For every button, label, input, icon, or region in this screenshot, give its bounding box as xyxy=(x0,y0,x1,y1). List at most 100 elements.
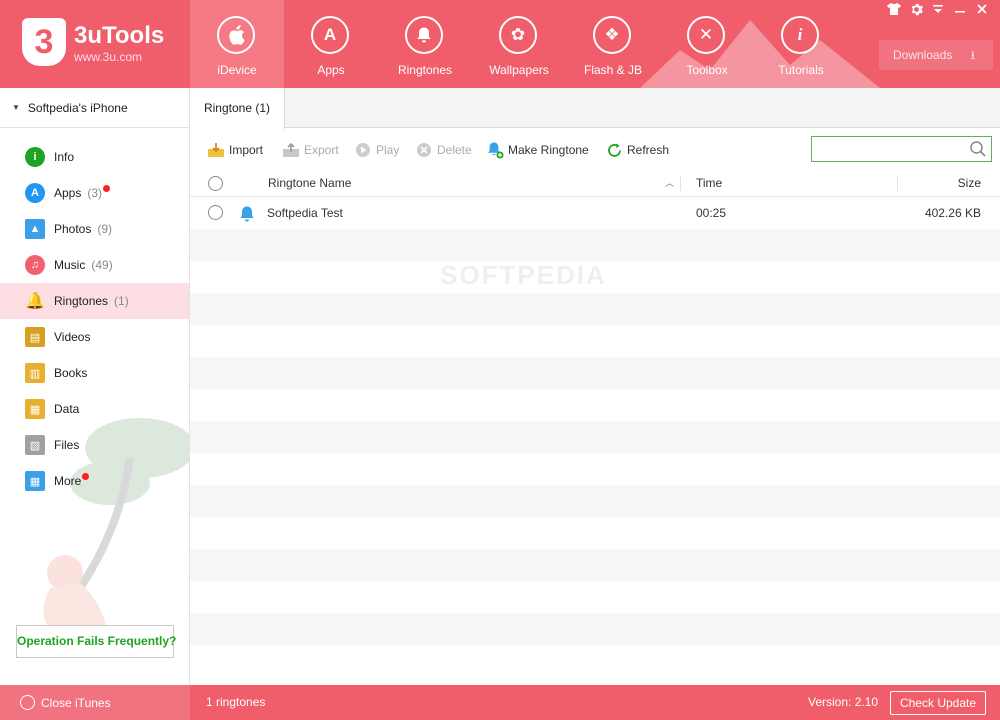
nav-toolbox[interactable]: ✕ Toolbox xyxy=(660,0,754,88)
operation-fails-button[interactable]: Operation Fails Frequently? xyxy=(16,625,176,658)
notification-dot xyxy=(103,184,111,192)
minimize-icon[interactable] xyxy=(952,3,968,19)
caret-down-icon: ▼ xyxy=(12,103,20,112)
sort-up-icon[interactable]: ︿ xyxy=(665,170,674,197)
sidebar-item-photos[interactable]: ▲ Photos (9) xyxy=(0,211,189,247)
close-icon[interactable] xyxy=(974,3,990,19)
bell-plus-icon xyxy=(486,141,504,159)
check-update-button[interactable]: Check Update xyxy=(890,691,986,715)
ringtone-count: 1 ringtones xyxy=(206,695,266,709)
column-size[interactable]: Size xyxy=(958,170,981,197)
shirt-icon[interactable] xyxy=(886,3,902,19)
nav-label: Tutorials xyxy=(778,63,824,77)
import-label: Import xyxy=(229,143,264,157)
empty-row xyxy=(190,261,1000,293)
search-input[interactable] xyxy=(812,137,962,161)
row-select-radio[interactable] xyxy=(208,205,223,220)
export-button[interactable]: Export xyxy=(282,140,339,160)
nav-flash-jb[interactable]: ❖ Flash & JB xyxy=(566,0,660,88)
itunes-radio-icon xyxy=(20,695,35,710)
tools-icon: ✕ xyxy=(687,16,725,54)
files-icon: ▧ xyxy=(25,435,45,455)
export-icon xyxy=(282,141,300,159)
info-icon: i xyxy=(781,16,819,54)
sidebar-item-label: Info xyxy=(54,150,75,164)
sidebar-item-label: Files xyxy=(54,438,80,452)
refresh-label: Refresh xyxy=(627,143,670,157)
sidebar-item-ringtones[interactable]: 🔔 Ringtones (1) xyxy=(0,283,189,319)
downloads-label: Downloads xyxy=(893,48,953,62)
delete-label: Delete xyxy=(437,143,472,157)
column-divider xyxy=(897,176,898,191)
empty-row xyxy=(190,325,1000,357)
data-icon: ▦ xyxy=(25,399,45,419)
nav-label: Apps xyxy=(317,63,345,77)
apple-icon xyxy=(217,16,255,54)
sidebar-item-apps[interactable]: A Apps (3) xyxy=(0,175,189,211)
sidebar-item-label: More xyxy=(54,474,82,488)
column-divider xyxy=(680,176,681,191)
sidebar-item-files[interactable]: ▧ Files xyxy=(0,427,189,463)
select-all-radio[interactable] xyxy=(208,176,223,191)
column-ringtone-name[interactable]: Ringtone Name xyxy=(268,170,351,197)
nav-label: iDevice xyxy=(217,63,257,77)
nav-label: Flash & JB xyxy=(583,63,643,77)
status-bar: Close iTunes 1 ringtones Version: 2.10 C… xyxy=(0,685,1000,720)
sidebar-item-videos[interactable]: ▤ Videos xyxy=(0,319,189,355)
close-itunes-button[interactable]: Close iTunes xyxy=(0,685,190,720)
empty-row xyxy=(190,453,1000,485)
empty-row xyxy=(190,613,1000,645)
play-button[interactable]: Play xyxy=(354,140,399,160)
sidebar-item-label: Ringtones xyxy=(54,294,109,308)
sidebar-item-info[interactable]: i Info xyxy=(0,139,189,175)
export-label: Export xyxy=(304,143,339,157)
search-icon[interactable] xyxy=(969,140,987,158)
sidebar-item-music[interactable]: ♫ Music (49) xyxy=(0,247,189,283)
app-logo: 3 3uTools www.3u.com xyxy=(22,18,182,70)
device-selector[interactable]: ▼ Softpedia's iPhone xyxy=(0,88,189,128)
sidebar-item-books[interactable]: ▥ Books xyxy=(0,355,189,391)
book-icon: ▥ xyxy=(25,363,45,383)
import-button[interactable]: Import xyxy=(207,140,263,160)
sidebar-item-label: Data xyxy=(54,402,80,416)
sidebar-list: i Info A Apps (3) ▲ Photos (9) ♫ Music (49) 🔔 Ringto… xyxy=(0,128,189,499)
download-icon: ⭳ xyxy=(970,48,975,62)
table-row[interactable]: Softpedia Test 00:25 402.26 KB xyxy=(190,197,1000,229)
nav-ringtones[interactable]: Ringtones xyxy=(378,0,472,88)
ringtone-name: Softpedia Test xyxy=(267,206,343,220)
sidebar-item-data[interactable]: ▦ Data xyxy=(0,391,189,427)
delete-button[interactable]: Delete xyxy=(415,140,472,160)
dropbox-icon: ❖ xyxy=(593,16,631,54)
sidebar-item-label: Music xyxy=(54,258,86,272)
sidebar-item-more[interactable]: ▦ More xyxy=(0,463,189,499)
tab-ringtone[interactable]: Ringtone (1) xyxy=(190,88,285,129)
sidebar-item-label: Apps xyxy=(54,186,82,200)
column-time[interactable]: Time xyxy=(696,170,722,197)
empty-row xyxy=(190,293,1000,325)
main-nav: iDevice A Apps Ringtones ✿ Wallpapers ❖ … xyxy=(190,0,848,88)
bell-icon: 🔔 xyxy=(25,293,45,310)
empty-row xyxy=(190,517,1000,549)
nav-tutorials[interactable]: i Tutorials xyxy=(754,0,848,88)
nav-label: Ringtones xyxy=(397,63,453,77)
grid-icon: ▦ xyxy=(25,471,45,491)
make-ringtone-label: Make Ringtone xyxy=(508,143,589,157)
menu-icon[interactable] xyxy=(930,3,946,19)
sidebar-item-label: Photos xyxy=(54,222,92,236)
version-label: Version: 2.10 xyxy=(808,695,879,709)
logo-mark-icon: 3 xyxy=(22,18,66,66)
downloads-button[interactable]: Downloads ⭳ xyxy=(879,40,993,70)
nav-wallpapers[interactable]: ✿ Wallpapers xyxy=(472,0,566,88)
gear-icon[interactable] xyxy=(908,3,924,19)
nav-idevice[interactable]: iDevice xyxy=(190,0,284,88)
nav-label: Toolbox xyxy=(686,63,728,77)
refresh-button[interactable]: Refresh xyxy=(605,140,669,160)
empty-row xyxy=(190,357,1000,389)
empty-row xyxy=(190,581,1000,613)
ringtone-size: 402.26 KB xyxy=(924,206,981,220)
play-icon xyxy=(354,141,372,159)
make-ringtone-button[interactable]: Make Ringtone xyxy=(486,140,589,160)
app-store-icon: A xyxy=(25,183,45,203)
sidebar: ▼ Softpedia's iPhone i Info A Apps (3) ▲ Photo… xyxy=(0,88,190,685)
nav-apps[interactable]: A Apps xyxy=(284,0,378,88)
